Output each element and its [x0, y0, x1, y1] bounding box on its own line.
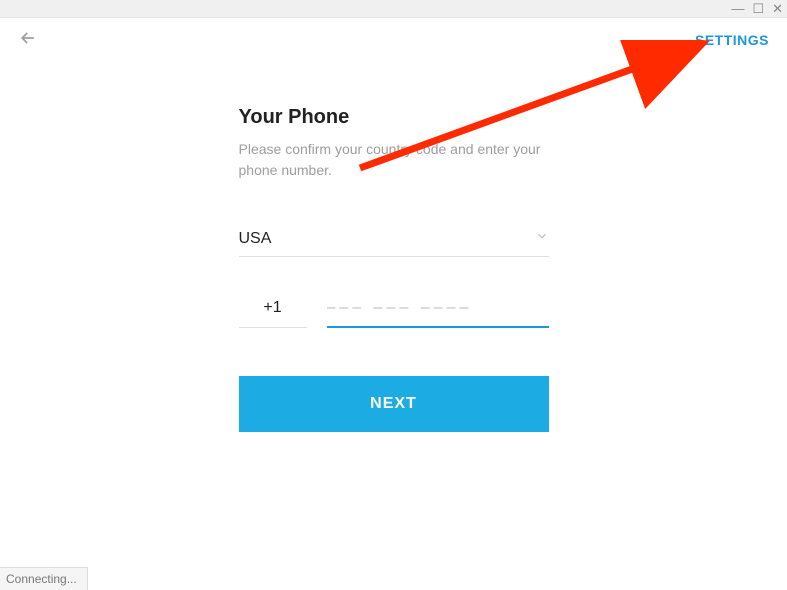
- page-title: Your Phone: [239, 106, 549, 129]
- country-select[interactable]: USA: [239, 229, 549, 257]
- phone-number-input[interactable]: [327, 293, 549, 328]
- settings-link[interactable]: SETTINGS: [695, 32, 769, 48]
- country-code-input[interactable]: [239, 293, 307, 328]
- chevron-down-icon: [535, 229, 549, 248]
- close-button[interactable]: ✕: [772, 2, 783, 15]
- next-button[interactable]: NEXT: [239, 376, 549, 432]
- minimize-button[interactable]: —: [731, 2, 744, 15]
- country-name: USA: [239, 230, 272, 248]
- window-titlebar: — ☐ ✕: [0, 0, 787, 18]
- phone-row: [239, 293, 549, 328]
- login-form: Your Phone Please confirm your country c…: [239, 106, 549, 432]
- status-connecting: Connecting...: [0, 567, 88, 590]
- arrow-left-icon: [18, 28, 38, 48]
- app-header: SETTINGS: [0, 18, 787, 62]
- page-subtitle: Please confirm your country code and ent…: [239, 139, 549, 181]
- back-button[interactable]: [18, 28, 38, 53]
- maximize-button[interactable]: ☐: [752, 2, 764, 15]
